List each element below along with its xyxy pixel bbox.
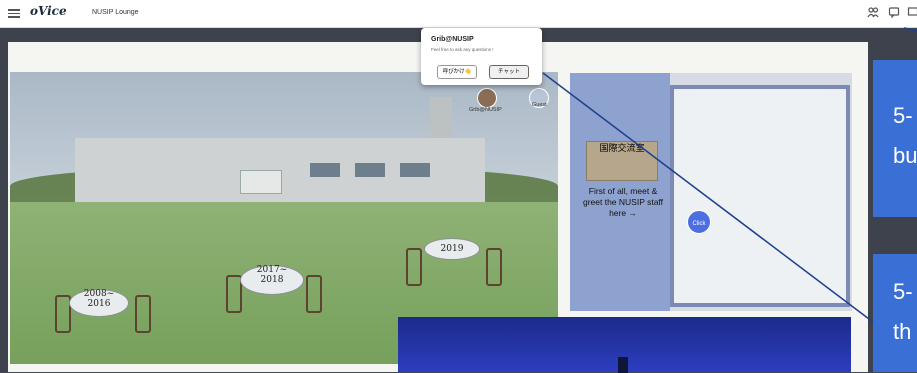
annotation-lines [0, 0, 917, 372]
